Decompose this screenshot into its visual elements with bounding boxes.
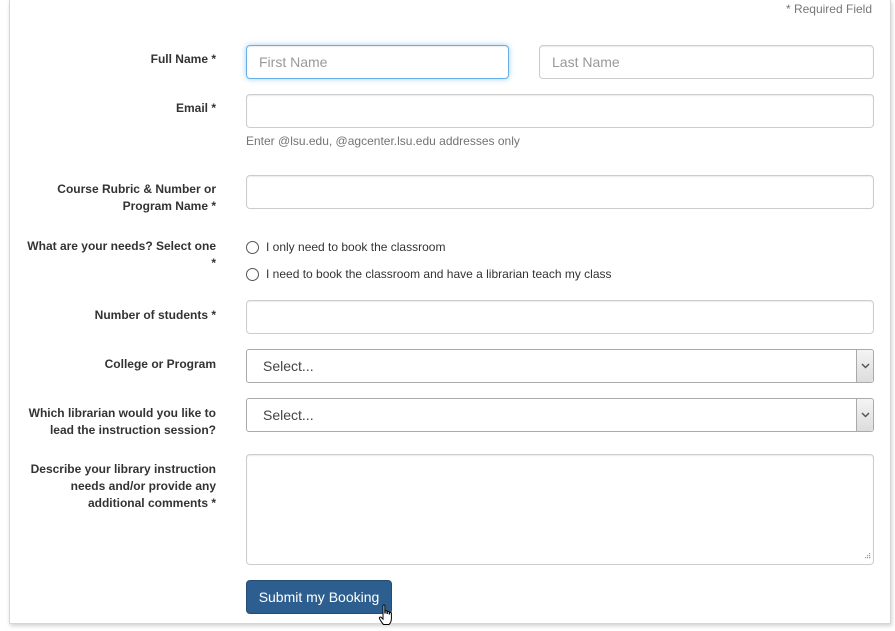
course-label: Course Rubric & Number or Program Name * — [57, 181, 216, 215]
comments-label-line1: Describe your library instruction — [30, 462, 216, 476]
full-name-label: Full Name * — [151, 51, 216, 68]
needs-label-line2: * — [211, 256, 216, 270]
comments-label: Describe your library instruction needs … — [31, 461, 216, 512]
students-label: Number of students * — [95, 307, 216, 324]
college-label: College or Program — [105, 356, 216, 373]
librarian-select-value: Select... — [263, 407, 314, 423]
comments-label-line2: needs and/or provide any — [70, 479, 216, 493]
comments-textarea[interactable] — [246, 454, 874, 565]
required-field-note: * Required Field — [785, 2, 872, 16]
radio-option-classroom-only[interactable]: I only need to book the classroom — [246, 240, 445, 254]
comments-label-line3: additional comments * — [87, 496, 216, 510]
radio-button-classroom-only[interactable] — [246, 240, 259, 254]
hand-pointer-icon — [378, 604, 396, 629]
first-name-input[interactable] — [246, 45, 509, 79]
full-name-label-text: Full Name * — [150, 52, 216, 66]
librarian-label-line1: Which librarian would you like to — [28, 406, 216, 420]
students-label-text: Number of students * — [94, 308, 216, 322]
last-name-input[interactable] — [539, 45, 874, 79]
submit-booking-button[interactable]: Submit my Booking — [246, 580, 392, 614]
librarian-select[interactable]: Select... — [246, 398, 874, 432]
radio-option-classroom-and-librarian[interactable]: I need to book the classroom and have a … — [246, 267, 612, 281]
course-label-line2: Program Name * — [122, 199, 216, 213]
course-label-line1: Course Rubric & Number or — [57, 182, 216, 196]
email-label: Email * — [176, 100, 216, 117]
radio-button-classroom-and-librarian[interactable] — [246, 267, 259, 281]
radio-label-classroom-only: I only need to book the classroom — [266, 240, 446, 254]
needs-label: What are your needs? Select one * — [27, 238, 216, 272]
librarian-label-line2: lead the instruction session? — [49, 423, 216, 437]
chevron-down-icon[interactable] — [856, 350, 873, 382]
resize-grip-icon[interactable] — [863, 547, 871, 562]
college-label-text: College or Program — [104, 357, 216, 371]
email-input[interactable] — [246, 94, 874, 128]
email-help-text: Enter @lsu.edu, @agcenter.lsu.edu addres… — [246, 134, 520, 148]
librarian-label: Which librarian would you like to lead t… — [29, 405, 216, 439]
college-select[interactable]: Select... — [246, 349, 874, 383]
chevron-down-icon[interactable] — [856, 399, 873, 431]
course-input[interactable] — [246, 175, 874, 209]
needs-label-line1: What are your needs? Select one — [27, 239, 216, 253]
radio-label-classroom-and-librarian: I need to book the classroom and have a … — [266, 267, 612, 281]
email-label-text: Email * — [175, 101, 216, 115]
students-input[interactable] — [246, 300, 874, 334]
college-select-value: Select... — [263, 358, 314, 374]
